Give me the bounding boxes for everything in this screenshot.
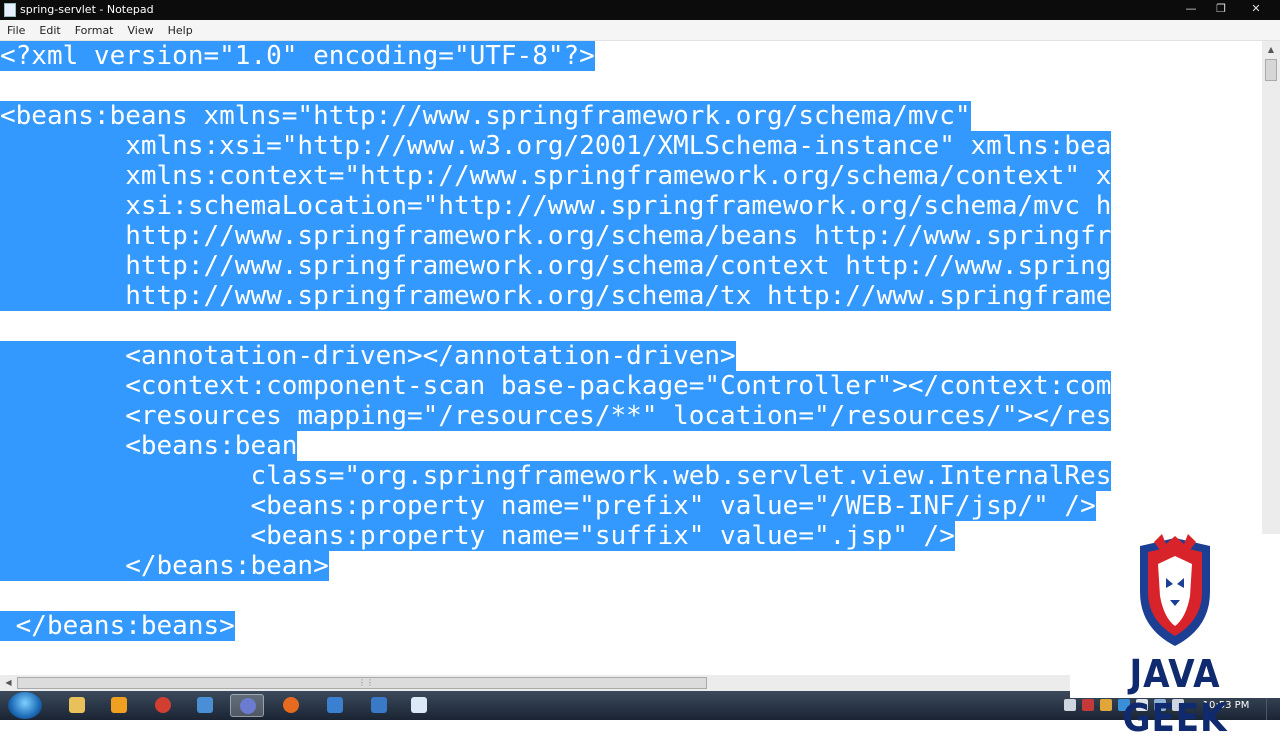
vertical-scroll-thumb[interactable]: [1265, 59, 1277, 81]
start-button[interactable]: [8, 692, 42, 719]
tray-arrow-icon[interactable]: [1064, 699, 1076, 711]
app-icon: [240, 698, 256, 714]
chrome-icon: [155, 697, 171, 713]
editor-line: <beans:beans xmlns="http://www.springfra…: [0, 101, 971, 131]
window-titlebar: spring-servlet - Notepad — ❐ ✕: [0, 0, 1280, 20]
editor-line: xmlns:xsi="http://www.w3.org/2001/XMLSch…: [0, 131, 1112, 161]
editor-line: http://www.springframework.org/schema/co…: [0, 251, 1112, 281]
editor-line: <beans:property name="prefix" value="/WE…: [0, 491, 1096, 521]
editor-line: <context:component-scan base-package="Co…: [0, 371, 1112, 401]
window-title: spring-servlet - Notepad: [20, 3, 154, 16]
editor-line: <beans:property name="suffix" value=".js…: [0, 521, 955, 551]
taskbar-firefox[interactable]: [274, 694, 308, 717]
menu-help[interactable]: Help: [161, 24, 200, 37]
minimize-button[interactable]: —: [1176, 0, 1206, 18]
editor-line: <?xml version="1.0" encoding="UTF-8"?>: [0, 41, 595, 71]
editor-line: <resources mapping="/resources/**" locat…: [0, 401, 1112, 431]
close-button[interactable]: ✕: [1236, 0, 1276, 18]
menu-bar: File Edit Format View Help: [0, 20, 1280, 41]
menu-format[interactable]: Format: [68, 24, 121, 37]
taskbar-app[interactable]: [362, 694, 396, 717]
taskbar-app[interactable]: [188, 694, 222, 717]
taskbar-chrome[interactable]: [146, 694, 180, 717]
java-geek-watermark: JAVA GEEK: [1070, 534, 1280, 740]
taskbar-notepad[interactable]: [402, 694, 436, 717]
editor-line: xmlns:context="http://www.springframewor…: [0, 161, 1112, 191]
watermark-text: JAVA GEEK: [1122, 652, 1228, 740]
scroll-left-icon[interactable]: ◀: [0, 675, 17, 691]
editor-line: http://www.springframework.org/schema/tx…: [0, 281, 1112, 311]
maximize-button[interactable]: ❐: [1206, 0, 1236, 18]
scroll-up-icon[interactable]: ▲: [1262, 41, 1280, 58]
download-icon: [327, 697, 343, 713]
taskbar-notepad-active[interactable]: [230, 694, 264, 717]
window-icon: [371, 697, 387, 713]
notepad-icon: [4, 3, 16, 17]
menu-file[interactable]: File: [0, 24, 32, 37]
folder-icon: [69, 697, 85, 713]
media-player-icon: [111, 697, 127, 713]
editor-line: http://www.springframework.org/schema/be…: [0, 221, 1112, 251]
lion-shield-logo-icon: [1140, 534, 1210, 646]
editor-line: <beans:bean: [0, 431, 298, 461]
editor-line: class="org.springframework.web.servlet.v…: [0, 461, 1112, 491]
editor-line: </beans:bean>: [0, 551, 329, 581]
firefox-icon: [283, 697, 299, 713]
menu-edit[interactable]: Edit: [32, 24, 67, 37]
window-controls: — ❐ ✕: [1176, 0, 1276, 18]
editor-line: </beans:beans>: [0, 611, 235, 641]
menu-view[interactable]: View: [121, 24, 161, 37]
taskbar-app[interactable]: [318, 694, 352, 717]
horizontal-scroll-thumb[interactable]: ⋮⋮: [17, 677, 707, 689]
scroll-grip-icon: ⋮⋮: [358, 678, 374, 687]
editor-line: xsi:schemaLocation="http://www.springfra…: [0, 191, 1112, 221]
lightning-icon: [197, 697, 213, 713]
taskbar-explorer[interactable]: [60, 694, 94, 717]
notepad-icon: [411, 697, 427, 713]
taskbar-media-player[interactable]: [102, 694, 136, 717]
editor-line: <annotation-driven></annotation-driven>: [0, 341, 736, 371]
